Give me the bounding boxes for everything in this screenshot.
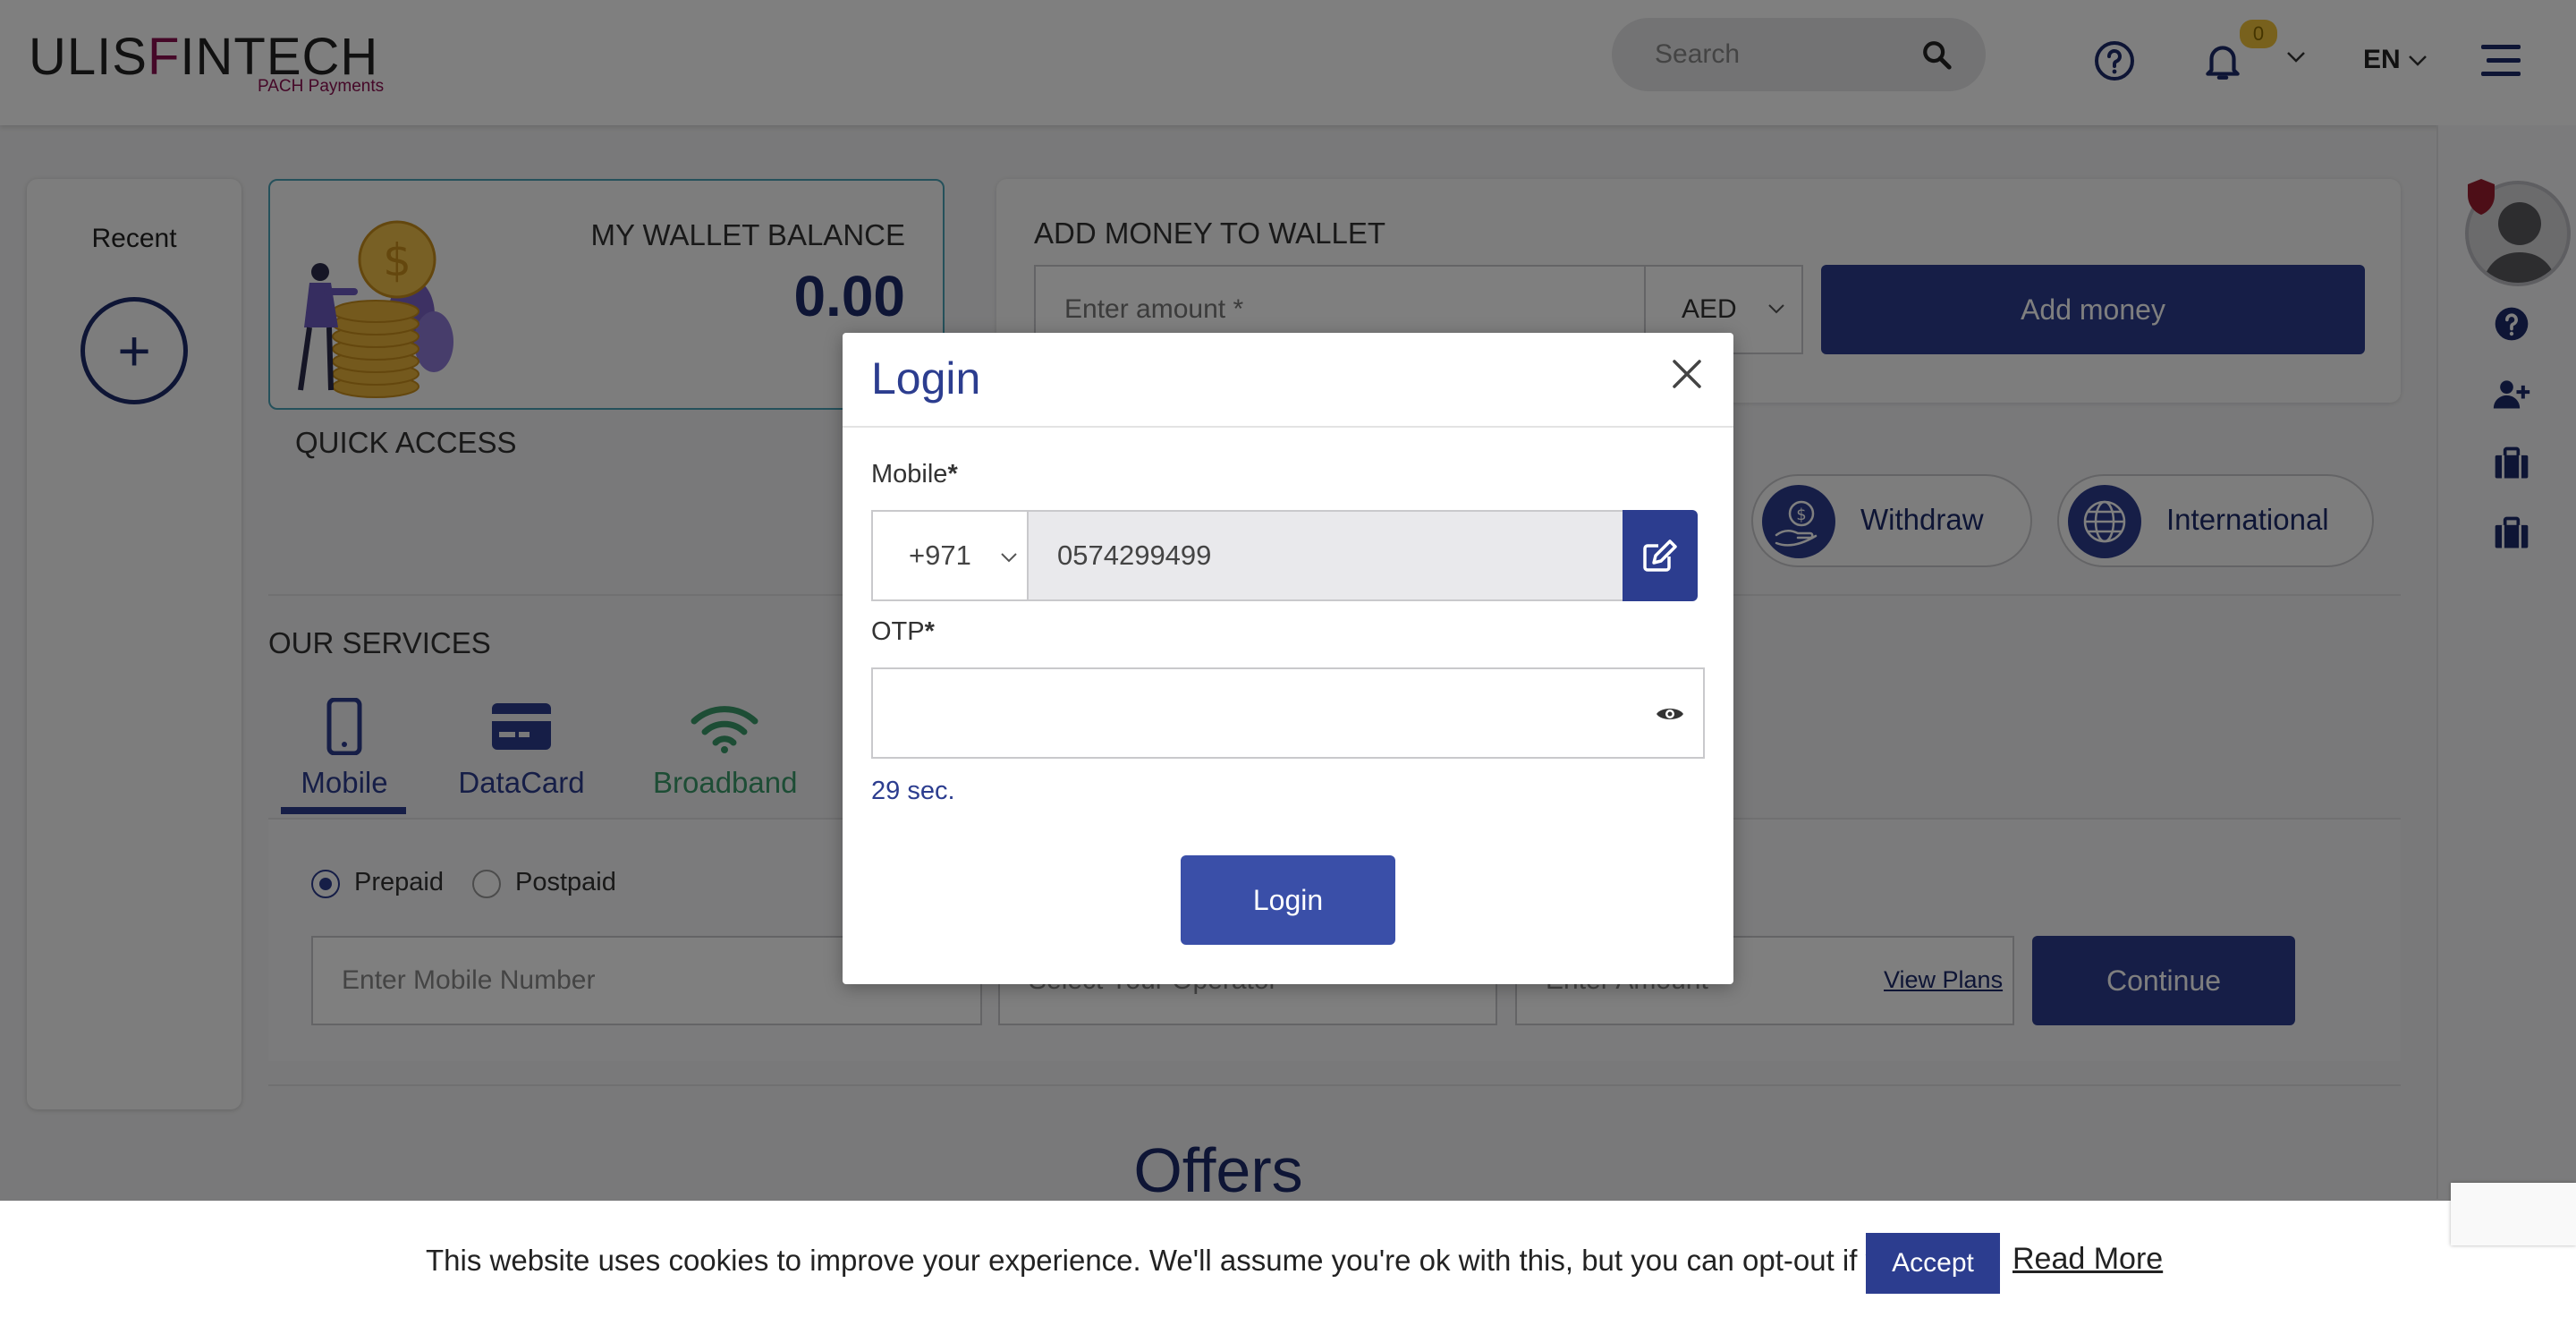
modal-header: Login (843, 333, 1733, 428)
mobile-label: Mobile* (871, 460, 958, 489)
login-modal: Login Mobile* +971 0574299499 OTP* 29 se… (843, 333, 1733, 984)
cookie-banner: This website uses cookies to improve you… (0, 1201, 2576, 1317)
mobile-input[interactable]: 0574299499 (1027, 510, 1624, 601)
eye-icon[interactable] (1655, 703, 1685, 725)
close-icon[interactable] (1671, 358, 1703, 390)
read-more-link[interactable]: Read More (2012, 1242, 2163, 1277)
modal-title: Login (871, 353, 981, 404)
otp-timer: 29 sec. (871, 777, 955, 805)
recaptcha-badge[interactable] (2451, 1183, 2576, 1245)
edit-icon (1643, 540, 1677, 572)
edit-mobile-button[interactable] (1623, 510, 1698, 601)
chevron-down-icon (1001, 553, 1017, 563)
otp-input[interactable] (871, 667, 1705, 759)
country-code-value: +971 (909, 540, 971, 571)
login-button[interactable]: Login (1181, 855, 1395, 945)
country-code-select[interactable]: +971 (871, 510, 1029, 601)
accept-cookies-button[interactable]: Accept (1866, 1233, 2000, 1294)
otp-label: OTP* (871, 617, 935, 646)
cookie-message: This website uses cookies to improve you… (426, 1244, 1989, 1277)
